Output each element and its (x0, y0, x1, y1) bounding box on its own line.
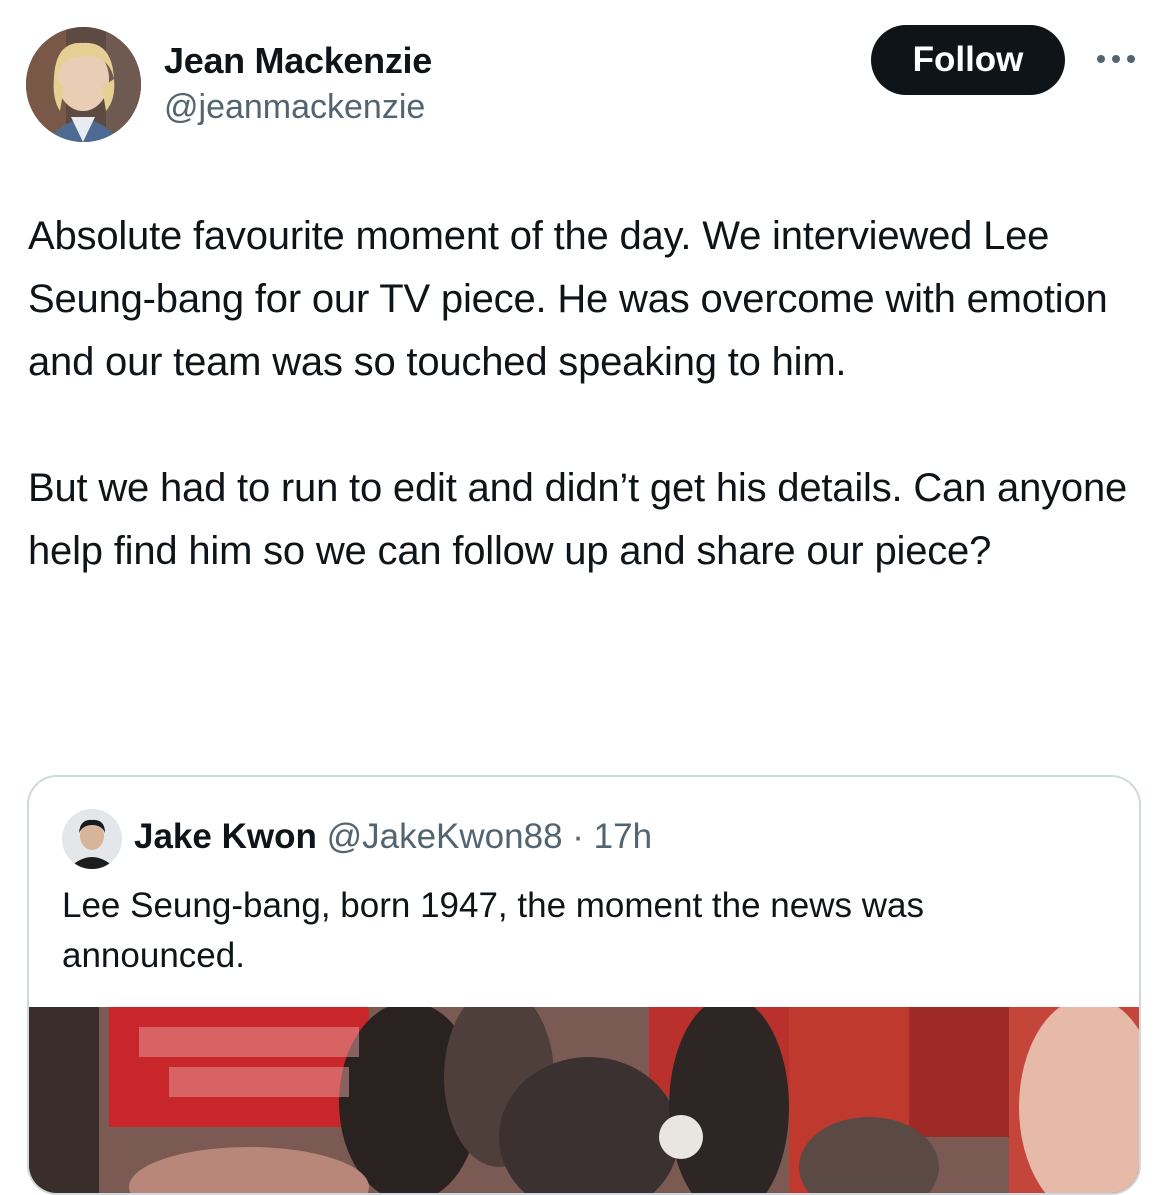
author-name[interactable]: Jean Mackenzie (164, 40, 432, 82)
more-options-button[interactable] (1092, 44, 1140, 74)
tweet-text: Absolute favourite moment of the day. We… (28, 214, 1128, 573)
quoted-header: Jake Kwon @JakeKwon88 · 17h (134, 817, 652, 857)
quoted-author-handle[interactable]: @JakeKwon88 (327, 817, 563, 856)
quoted-tweet-card[interactable]: Jake Kwon @JakeKwon88 · 17h Lee Seung-ba… (27, 775, 1141, 1195)
quoted-timestamp[interactable]: 17h (594, 817, 652, 856)
profile-photo (62, 809, 122, 869)
video-thumbnail (29, 1007, 1139, 1193)
more-options-icon (1097, 55, 1135, 63)
profile-photo (26, 27, 141, 142)
author-handle[interactable]: @jeanmackenzie (164, 88, 425, 127)
quoted-author-avatar[interactable] (62, 809, 122, 869)
quoted-author-name[interactable]: Jake Kwon (134, 817, 317, 856)
follow-button[interactable]: Follow (871, 25, 1065, 95)
quoted-separator: · (572, 817, 584, 856)
quoted-media[interactable] (29, 1007, 1139, 1193)
author-avatar[interactable] (26, 27, 141, 142)
quoted-tweet-text: Lee Seung-bang, born 1947, the moment th… (62, 886, 924, 975)
